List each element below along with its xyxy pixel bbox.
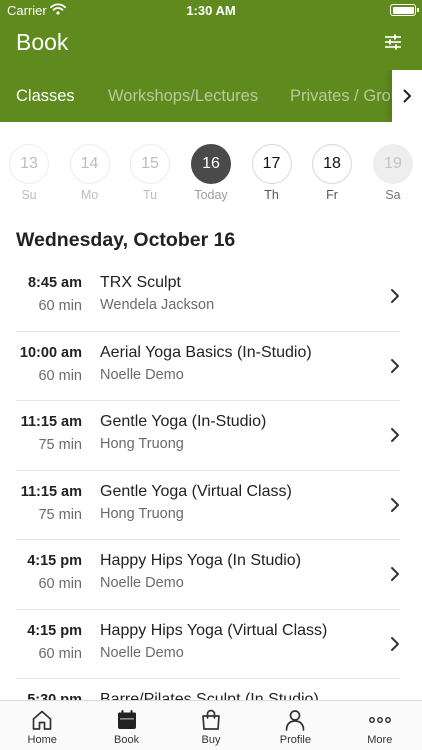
date-item-15[interactable]: 15 Tu (129, 144, 171, 202)
date-item-18[interactable]: 18 Fr (311, 144, 353, 202)
tab-bar-label: Buy (201, 734, 221, 746)
class-name: TRX Sculpt (100, 274, 181, 291)
tab-bar-buy[interactable]: Buy (169, 701, 253, 750)
class-time: 11:15 am (20, 414, 82, 430)
tabs-scroll-right-button[interactable] (392, 70, 422, 122)
date-weekday-label: Fr (326, 188, 338, 202)
date-item-13[interactable]: 13 Su (8, 144, 50, 202)
class-instructor: Hong Truong (100, 505, 184, 522)
date-picker-strip: 13 Su 14 Mo 15 Tu 16 Today 17 Th 18 Fr 1… (0, 122, 422, 210)
class-instructor: Wendela Jackson (100, 297, 215, 313)
date-number: 16 (191, 144, 231, 184)
date-number: 14 (69, 144, 110, 184)
status-time: 1:30 AM (186, 3, 236, 18)
date-weekday-label: Su (21, 188, 37, 202)
date-item-14[interactable]: 14 Mo (69, 144, 111, 202)
page-title: Book (16, 29, 69, 55)
tab-classes[interactable]: Classes (16, 87, 75, 106)
class-time: 11:15 am (20, 483, 82, 500)
tab-bar-label: Home (27, 734, 57, 746)
tab-bar-label: Book (114, 734, 140, 746)
date-number: 15 (130, 144, 170, 184)
shopping-bag-icon (202, 709, 220, 730)
bottom-tab-bar: Home Book Buy Profile More (0, 700, 422, 750)
chevron-right-icon (391, 636, 399, 651)
filter-sliders-icon[interactable] (384, 33, 402, 51)
tab-bar-label: More (367, 734, 393, 746)
selected-date-heading: Wednesday, October 16 (16, 229, 236, 251)
tab-bar-label: Profile (279, 734, 311, 746)
class-row[interactable]: 10:00 am 60 min Aerial Yoga Basics (In-S… (0, 332, 422, 401)
class-row[interactable]: 11:15 am 75 min Gentle Yoga (Virtual Cla… (0, 471, 422, 540)
app-header: Carrier 1:30 AM Book Classes Workshops/L… (0, 0, 422, 122)
tab-bar-profile[interactable]: Profile (253, 701, 337, 750)
class-row[interactable]: 8:45 am 60 min TRX Sculpt Wendela Jackso… (0, 262, 422, 332)
class-row[interactable]: 4:15 pm 60 min Happy Hips Yoga (Virtual … (0, 610, 422, 679)
class-instructor: Hong Truong (100, 436, 184, 452)
tab-bar-home[interactable]: Home (0, 701, 84, 750)
class-name: Happy Hips Yoga (Virtual Class) (100, 621, 328, 639)
person-icon (286, 710, 305, 731)
tab-bar-more[interactable]: More (338, 701, 422, 750)
class-duration: 75 min (38, 437, 82, 453)
chevron-right-icon (391, 289, 399, 303)
chevron-right-icon (391, 358, 399, 373)
category-tabs: Classes Workshops/Lectures Privates / Gr… (0, 70, 422, 122)
class-name: Happy Hips Yoga (In Studio) (100, 552, 302, 569)
calendar-icon (117, 710, 136, 729)
date-number: 19 (373, 144, 413, 184)
class-duration: 60 min (38, 367, 82, 384)
date-weekday-label: Tu (142, 188, 158, 202)
class-row[interactable]: 11:15 am 75 min Gentle Yoga (In-Studio) … (0, 401, 422, 471)
chevron-right-icon (391, 497, 399, 512)
date-weekday-label: Th (264, 188, 279, 202)
class-row[interactable]: 4:15 pm 60 min Happy Hips Yoga (In Studi… (0, 540, 422, 610)
date-item-16-today[interactable]: 16 Today (190, 144, 232, 202)
date-number: 17 (251, 144, 292, 184)
class-instructor: Noelle Demo (100, 575, 184, 591)
battery-icon (390, 4, 419, 16)
date-weekday-label: Mo (80, 188, 99, 202)
date-item-19[interactable]: 19 Sa (372, 144, 414, 202)
status-bar: Carrier 1:30 AM (0, 0, 422, 20)
class-time: 8:45 am (27, 275, 82, 291)
chevron-right-icon (403, 89, 411, 103)
chevron-right-icon (391, 428, 399, 442)
class-duration: 75 min (38, 506, 82, 523)
class-time: 10:00 am (19, 344, 82, 361)
class-duration: 60 min (38, 298, 82, 314)
home-icon (32, 710, 52, 730)
class-instructor: Noelle Demo (100, 644, 184, 661)
date-item-17[interactable]: 17 Th (251, 144, 293, 202)
class-time: 4:15 pm (27, 622, 82, 639)
class-duration: 60 min (38, 576, 82, 592)
class-name: Gentle Yoga (In-Studio) (100, 413, 267, 430)
class-time: 4:15 pm (27, 553, 82, 569)
class-duration: 60 min (38, 645, 82, 662)
class-instructor: Noelle Demo (100, 366, 184, 383)
date-number: 18 (312, 144, 352, 184)
more-dots-icon (368, 717, 391, 723)
chevron-right-icon (391, 567, 399, 581)
class-name: Gentle Yoga (Virtual Class) (100, 482, 292, 500)
date-weekday-label: Today (194, 188, 228, 202)
date-weekday-label: Sa (385, 188, 401, 202)
tab-workshops-lectures[interactable]: Workshops/Lectures (108, 87, 258, 106)
tab-bar-book[interactable]: Book (84, 701, 168, 750)
class-name: Aerial Yoga Basics (In-Studio) (100, 343, 312, 361)
date-number: 13 (9, 144, 49, 184)
